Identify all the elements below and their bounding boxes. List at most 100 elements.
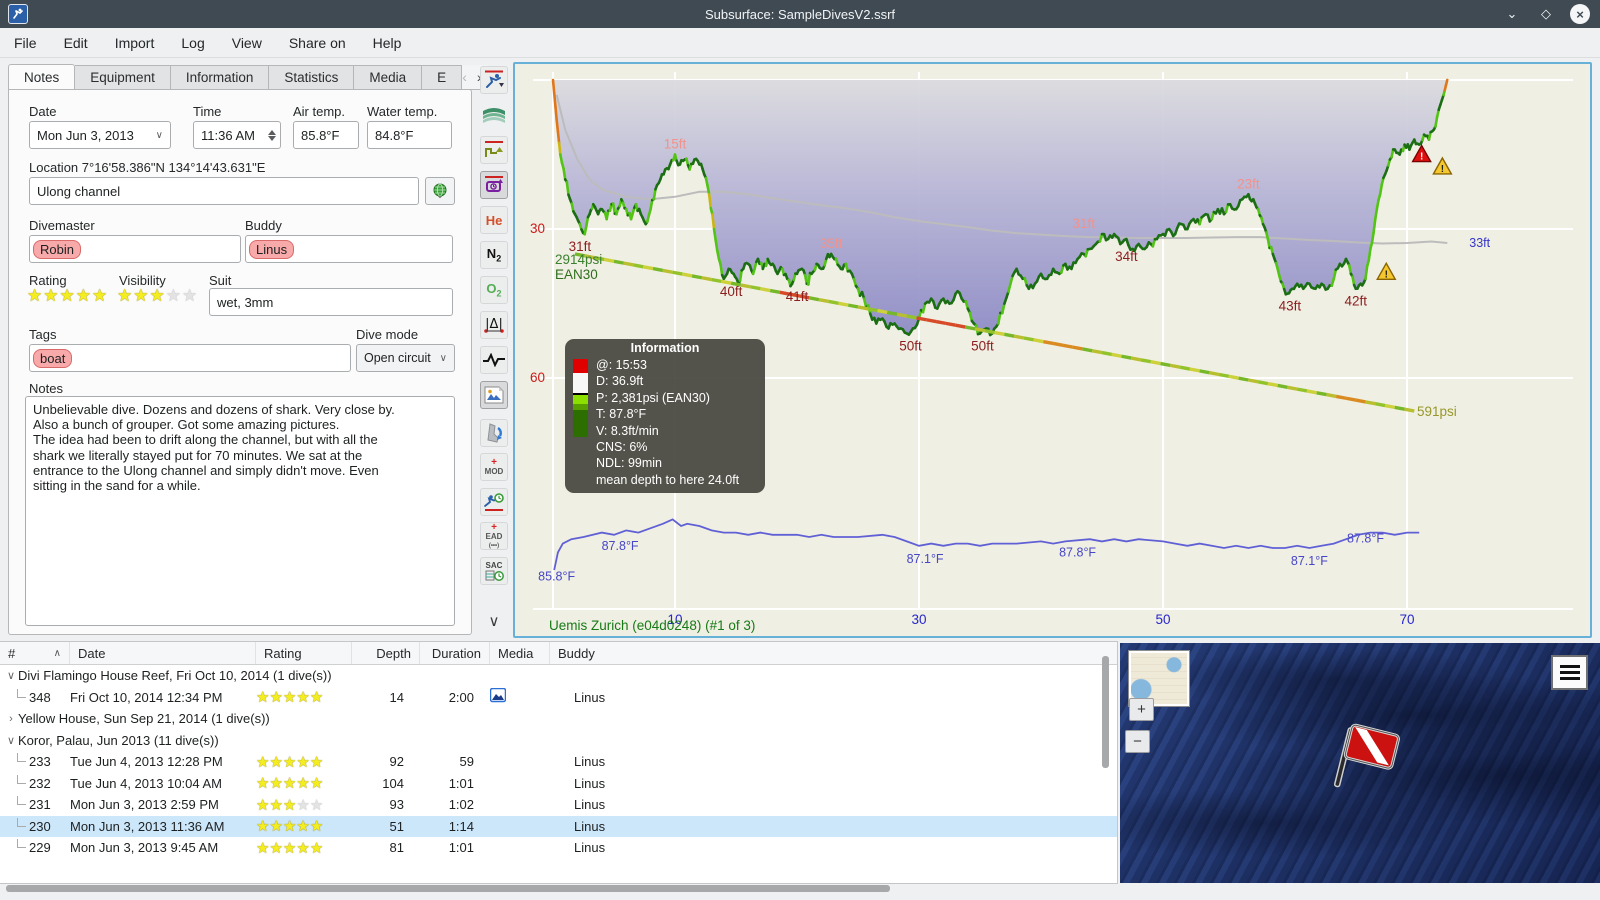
- tab-e[interactable]: E: [422, 65, 463, 90]
- chevron-down-icon: ∨: [439, 352, 447, 364]
- tab-notes[interactable]: Notes: [8, 64, 76, 90]
- airtemp-field[interactable]: 85.8°F: [293, 121, 359, 149]
- dive-trip-row[interactable]: ∨ Divi Flamingo House Reef, Fri Oct 10, 2…: [0, 665, 1117, 687]
- column-header-num[interactable]: # ∧: [0, 642, 70, 664]
- collapse-chevron-icon[interactable]: ∨: [480, 607, 508, 635]
- collapse-caret-icon[interactable]: ∨: [4, 669, 18, 682]
- maximize-icon[interactable]: ◇: [1536, 4, 1556, 24]
- minimize-icon[interactable]: ⌄: [1502, 4, 1522, 24]
- map-zoom-out-button[interactable]: −: [1125, 730, 1150, 753]
- svg-text:!: !: [1420, 152, 1423, 163]
- dive-row-348[interactable]: 348 Fri Oct 10, 2014 12:34 PM ★★★★★ 14 2:00 L…: [0, 687, 1117, 709]
- spinner-arrows-icon[interactable]: [268, 129, 276, 141]
- tag-boat[interactable]: boat: [33, 348, 73, 368]
- expand-caret-icon[interactable]: ›: [4, 713, 18, 725]
- column-header-date[interactable]: Date: [70, 642, 256, 664]
- column-header-depth[interactable]: Depth: [352, 642, 420, 664]
- dive-depth: 81: [389, 840, 404, 856]
- svg-text:30: 30: [911, 612, 926, 627]
- waves-icon[interactable]: [480, 101, 508, 129]
- tab-information[interactable]: Information: [170, 65, 270, 90]
- tissues-icon[interactable]: [480, 419, 508, 447]
- column-header-duration[interactable]: Duration: [420, 642, 490, 664]
- sac-icon[interactable]: SAC: [480, 557, 508, 585]
- ceiling-icon[interactable]: [480, 136, 508, 164]
- tab-statistics[interactable]: Statistics: [269, 65, 355, 90]
- location-label: Location 7°16'58.386"N 134°14'43.631"E: [29, 160, 266, 175]
- dive-rating: ★★★★★: [256, 839, 352, 857]
- buddy-input[interactable]: Linus: [245, 235, 453, 263]
- dive-flag-marker[interactable]: [1325, 713, 1415, 808]
- tab-scroll-left-icon[interactable]: ‹: [462, 69, 467, 85]
- window-title: Subsurface: SampleDivesV2.ssrf: [704, 6, 896, 22]
- dive-row-231[interactable]: 231 Mon Jun 3, 2013 2:59 PM ★★★★★ 93 1:02 Lin…: [0, 794, 1117, 816]
- tab-equipment[interactable]: Equipment: [75, 65, 171, 90]
- menu-help[interactable]: Help: [373, 35, 402, 51]
- menu-import[interactable]: Import: [115, 35, 155, 51]
- subsurface-window: Subsurface: SampleDivesV2.ssrf ⌄ ◇ × Fil…: [0, 0, 1600, 900]
- dive-trip-row[interactable]: › Yellow House, Sun Sep 21, 2014 (1 dive(…: [0, 708, 1117, 730]
- suit-label: Suit: [209, 273, 232, 288]
- menu-edit[interactable]: Edit: [64, 35, 88, 51]
- dive-list-horizontal-scrollbar[interactable]: [6, 885, 890, 892]
- star-filled-icon: ★: [296, 818, 310, 836]
- hamburger-icon: [1559, 662, 1580, 683]
- star-filled-icon: ★: [282, 818, 297, 836]
- date-dropdown[interactable]: Mon Jun 3, 2013 ∨: [29, 121, 171, 149]
- dive-trip-row[interactable]: ∨ Koror, Palau, Jun 2013 (11 dive(s)): [0, 730, 1117, 752]
- dive-site-map[interactable]: + −: [1120, 643, 1600, 883]
- divemaster-input[interactable]: Robin: [29, 235, 241, 263]
- map-menu-button[interactable]: [1551, 655, 1588, 690]
- star-filled-icon: ★: [256, 689, 270, 707]
- ead-icon[interactable]: + EAD (•••): [480, 522, 508, 550]
- rating-stars[interactable]: ★★★★★: [27, 286, 108, 306]
- visibility-stars[interactable]: ★★★★★: [117, 286, 198, 306]
- tooltip-gas-colorbar: [573, 359, 588, 488]
- buddy-tag[interactable]: Linus: [249, 239, 295, 259]
- menu-file[interactable]: File: [14, 35, 37, 51]
- watertemp-field[interactable]: 84.8°F: [367, 121, 452, 149]
- tags-input[interactable]: boat: [29, 344, 351, 372]
- dive-computer-icon[interactable]: [480, 171, 508, 199]
- divemaster-tag[interactable]: Robin: [33, 239, 81, 259]
- map-zoom-in-button[interactable]: +: [1129, 698, 1154, 721]
- suit-input[interactable]: wet, 3mm: [209, 288, 453, 316]
- notes-textarea[interactable]: Unbelievable dive. Dozens and dozens of …: [25, 396, 455, 626]
- heartrate-icon[interactable]: [480, 346, 508, 374]
- tab-media[interactable]: Media: [354, 65, 423, 90]
- dive-profile-chart[interactable]: 31ft 40ft 41ft 50ft 50ft 34ft 43ft 42ft 15ft 35ft…: [513, 62, 1592, 638]
- nitrogen-graph-icon[interactable]: N2: [480, 241, 508, 269]
- titlebar: Subsurface: SampleDivesV2.ssrf ⌄ ◇ ×: [0, 0, 1600, 28]
- time-spinner[interactable]: 11:36 AM: [193, 121, 281, 149]
- dive-list-vertical-scrollbar[interactable]: [1102, 656, 1109, 768]
- dive-list-header: # ∧ Date Rating Depth Duration Media Buddy: [0, 642, 1117, 665]
- mod-icon[interactable]: + MOD: [480, 453, 508, 481]
- svg-text:50ft: 50ft: [899, 338, 922, 353]
- menu-view[interactable]: View: [232, 35, 262, 51]
- star-filled-icon: ★: [282, 753, 297, 771]
- dive-row-233[interactable]: 233 Tue Jun 4, 2013 12:28 PM ★★★★★ 92 59 Linu…: [0, 751, 1117, 773]
- ruler-icon[interactable]: |Δ|: [480, 311, 508, 339]
- menu-share-on[interactable]: Share on: [289, 35, 346, 51]
- divemode-select[interactable]: Open circuit ∨: [356, 344, 455, 372]
- dive-rating: ★★★★★: [256, 796, 352, 814]
- oxygen-graph-icon[interactable]: O2: [480, 276, 508, 304]
- svg-text:60: 60: [530, 370, 545, 385]
- menu-log[interactable]: Log: [181, 35, 204, 51]
- column-header-media[interactable]: Media: [490, 642, 550, 664]
- column-header-rating[interactable]: Rating: [256, 642, 352, 664]
- diver-clock-icon[interactable]: [480, 488, 508, 516]
- collapse-caret-icon[interactable]: ∨: [4, 734, 18, 747]
- diver-icon[interactable]: [480, 66, 508, 94]
- location-input[interactable]: Ulong channel: [29, 177, 419, 205]
- dive-row-230[interactable]: 230 Mon Jun 3, 2013 11:36 AM ★★★★★ 51 1:14 Li…: [0, 815, 1117, 837]
- close-icon[interactable]: ×: [1570, 4, 1590, 24]
- svg-text:50ft: 50ft: [971, 338, 994, 353]
- helium-graph-icon[interactable]: He: [480, 206, 508, 234]
- dive-row-232[interactable]: 232 Tue Jun 4, 2013 10:04 AM ★★★★★ 104 1:01 L…: [0, 773, 1117, 795]
- profile-info-tooltip[interactable]: Information @: 15:53 D: 36.9ft P: 2,381psi…: [565, 339, 765, 493]
- globe-button[interactable]: [425, 177, 455, 205]
- photos-icon[interactable]: [480, 381, 508, 409]
- column-header-buddy[interactable]: Buddy: [550, 642, 1117, 664]
- dive-row-229[interactable]: 229 Mon Jun 3, 2013 9:45 AM ★★★★★ 81 1:01 Lin…: [0, 837, 1117, 859]
